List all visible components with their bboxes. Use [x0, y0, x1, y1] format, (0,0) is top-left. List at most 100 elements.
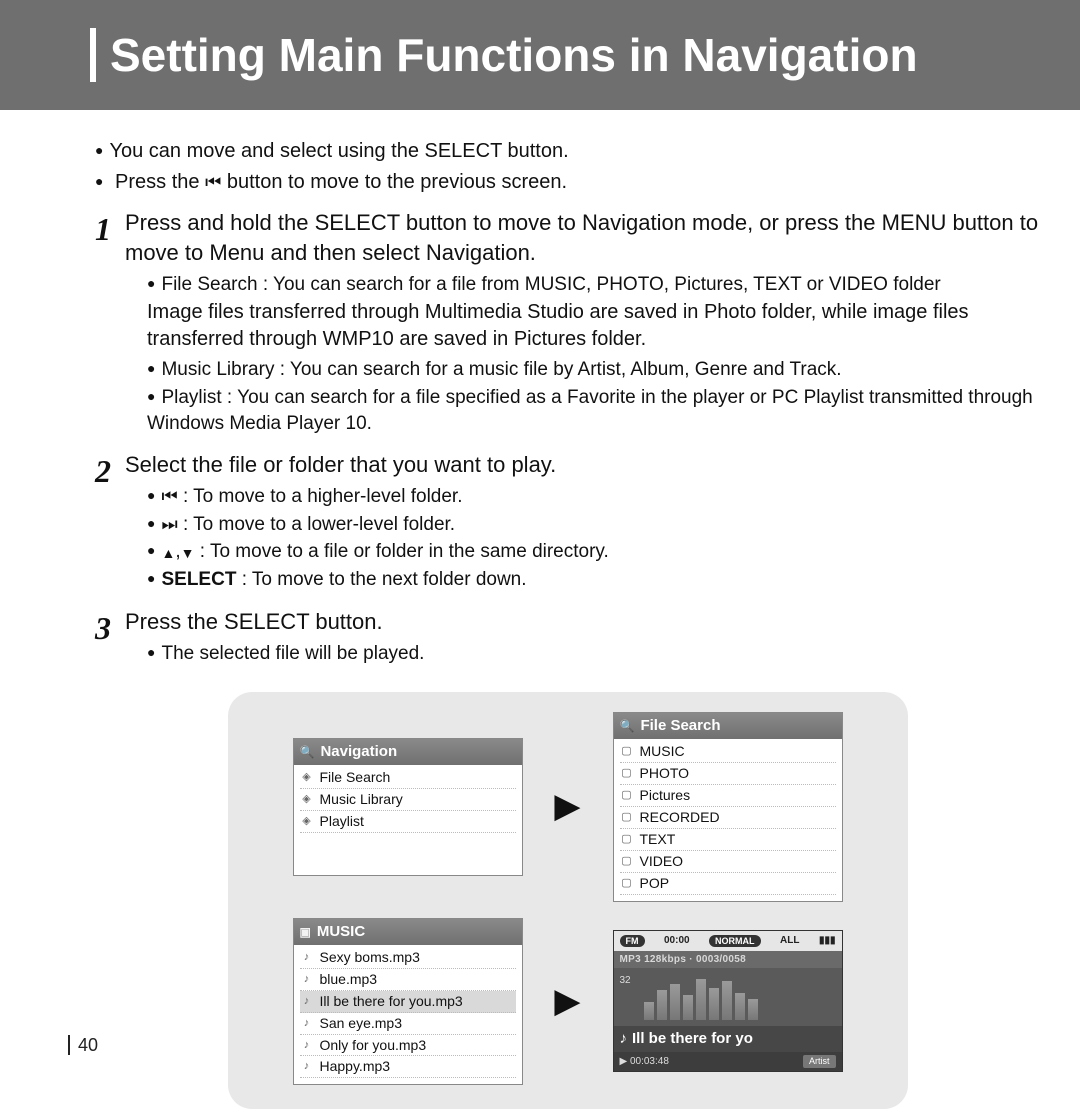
intro-item-1: You can move and select using the SELECT… — [95, 138, 1040, 165]
screen-music: ▣ MUSIC ♪ Sexy boms.mp3 ♪ blue.mp3 ♪ Ill be t… — [293, 918, 523, 1086]
music-note-icon: ♪ — [620, 1029, 628, 1049]
list-item-label: Pictures — [640, 786, 691, 805]
player-info-bar: MP3 128kbps · 0003/0058 — [614, 951, 842, 969]
step-2-text: Select the file or folder that you want … — [125, 450, 1040, 480]
note-icon: ♪ — [300, 972, 314, 987]
eq-bar — [657, 990, 667, 1019]
step1-b1: File Search : You can search for a file … — [147, 272, 1040, 298]
list-item-label: VIDEO — [640, 852, 684, 871]
step-1: 1 Press and hold the SELECT button to mo… — [95, 208, 1040, 438]
list-item[interactable]: ♪ blue.mp3 — [300, 969, 516, 991]
eq-bar — [748, 999, 758, 1019]
list-item[interactable]: ♪ Happy.mp3 — [300, 1056, 516, 1078]
screen-file-search-header: 🔍 File Search — [614, 713, 842, 739]
list-item[interactable]: ▢PHOTO — [620, 763, 836, 785]
format-badge: MP3 — [620, 954, 641, 965]
list-item-label: PHOTO — [640, 764, 690, 783]
step-1-sublist2: Music Library : You can search for a mus… — [125, 357, 1040, 436]
list-item-label: Ill be there for you.mp3 — [320, 992, 463, 1011]
list-item-label: Happy.mp3 — [320, 1057, 391, 1076]
page-header: Setting Main Functions in Navigation — [0, 0, 1080, 110]
list-item-label: File Search — [320, 768, 391, 787]
intro-item-2: Press the button to move to the previous… — [95, 169, 1040, 196]
step2-c2: : To move to a lower-level folder. — [147, 512, 1040, 538]
fm-badge: FM — [620, 935, 645, 947]
menu-icon: ◈ — [300, 770, 314, 785]
list-item[interactable]: ▢ RECORDED — [620, 807, 836, 829]
page-title: Setting Main Functions in Navigation — [110, 28, 918, 82]
content-area: You can move and select using the SELECT… — [0, 110, 1080, 1109]
list-item-label: Only for you.mp3 — [320, 1036, 427, 1055]
mode-badge: NORMAL — [709, 935, 761, 947]
step2-c3: , : To move to a file or folder in the s… — [147, 539, 1040, 565]
folder-icon: ▢ — [620, 854, 634, 869]
screen-music-body: ♪ Sexy boms.mp3 ♪ blue.mp3 ♪ Ill be there for… — [294, 945, 522, 1084]
eq-number: 32 — [620, 974, 631, 988]
list-item-label: Sexy boms.mp3 — [320, 948, 420, 967]
folder-icon: ▢ — [620, 810, 634, 825]
step-number-1: 1 — [95, 208, 125, 438]
player-status-bar: FM 00:00 NORMAL ALL ▮▮▮ — [614, 931, 842, 951]
folder-icon: ▢ — [620, 876, 634, 891]
list-item[interactable]: ◈Playlist — [300, 811, 516, 833]
list-item[interactable]: ◈Music Library — [300, 789, 516, 811]
note-icon: ♪ — [300, 1038, 314, 1053]
list-item-label: MUSIC — [640, 742, 685, 761]
eq-bar — [696, 979, 706, 1020]
step-3: 3 Press the SELECT button. The selected … — [95, 607, 1040, 668]
list-item[interactable]: ♪San eye.mp3 — [300, 1013, 516, 1035]
up-arrow-icon — [161, 540, 175, 566]
arrow-right-1: ▶ — [543, 784, 593, 830]
note-icon: ♪ — [300, 1059, 314, 1074]
screens-panel: 🔍 Navigation ◈File Search◈Music Library◈… — [228, 692, 908, 1109]
list-item[interactable]: ♪ Only for you.mp3 — [300, 1035, 516, 1057]
eq-bar — [644, 1002, 654, 1020]
screen-player: FM 00:00 NORMAL ALL ▮▮▮ MP3 128kbps · 00… — [613, 930, 843, 1072]
step3-b1: The selected file will be played. — [147, 641, 1040, 667]
list-item[interactable]: ▢Pictures — [620, 785, 836, 807]
eq-bar — [709, 988, 719, 1020]
list-item[interactable]: ♪ Sexy boms.mp3 — [300, 947, 516, 969]
screen-music-title: MUSIC — [317, 922, 365, 942]
header-accent-bar — [90, 28, 96, 82]
page-number: 40 — [68, 1035, 98, 1056]
repeat-label: ALL — [780, 934, 799, 948]
prev-track-icon — [161, 484, 177, 510]
list-item-label: Music Library — [320, 790, 403, 809]
step1-b2: Music Library : You can search for a mus… — [147, 357, 1040, 383]
note-icon: ♪ — [300, 994, 314, 1009]
player-clock: 00:00 — [664, 934, 690, 948]
list-item[interactable]: ◈ File Search — [300, 767, 516, 789]
step1-note: Image files transferred through Multimed… — [125, 299, 1040, 353]
folder-icon: ▣ — [300, 924, 311, 940]
folder-search-icon: 🔍 — [620, 718, 635, 734]
player-bottom-bar: ▶ 00:03:48 Artist — [614, 1052, 842, 1072]
list-item[interactable]: ▢MUSIC — [620, 741, 836, 763]
step-1-text: Press and hold the SELECT button to move… — [125, 208, 1040, 267]
list-item-label: blue.mp3 — [320, 970, 378, 989]
search-icon: 🔍 — [300, 744, 315, 760]
step-3-sublist: The selected file will be played. — [125, 641, 1040, 667]
screen-music-header: ▣ MUSIC — [294, 919, 522, 945]
step-2-sublist: : To move to a higher-level folder. : To… — [125, 484, 1040, 593]
next-track-icon — [161, 512, 177, 538]
step-number-3: 3 — [95, 607, 125, 668]
eq-bar — [683, 995, 693, 1020]
eq-bar — [735, 993, 745, 1020]
list-item[interactable]: ♪ Ill be there for you.mp3 — [300, 991, 516, 1013]
player-track-title-row: ♪ Ill be there for yo — [614, 1026, 842, 1052]
screen-navigation-body: ◈File Search◈Music Library◈Playlist — [294, 765, 522, 875]
menu-icon: ◈ — [300, 814, 314, 829]
list-item[interactable]: ▢ VIDEO — [620, 851, 836, 873]
note-icon: ♪ — [300, 950, 314, 965]
list-item[interactable]: ▢TEXT — [620, 829, 836, 851]
screen-file-search-title: File Search — [640, 716, 720, 736]
step-2: 2 Select the file or folder that you wan… — [95, 450, 1040, 595]
screen-navigation: 🔍 Navigation ◈File Search◈Music Library◈… — [293, 738, 523, 876]
eq-bar — [670, 984, 680, 1020]
list-item-label: POP — [640, 874, 670, 893]
list-item-label: RECORDED — [640, 808, 720, 827]
list-item[interactable]: ▢ POP — [620, 873, 836, 895]
battery-icon: ▮▮▮ — [819, 934, 836, 948]
intro-list: You can move and select using the SELECT… — [95, 138, 1040, 196]
